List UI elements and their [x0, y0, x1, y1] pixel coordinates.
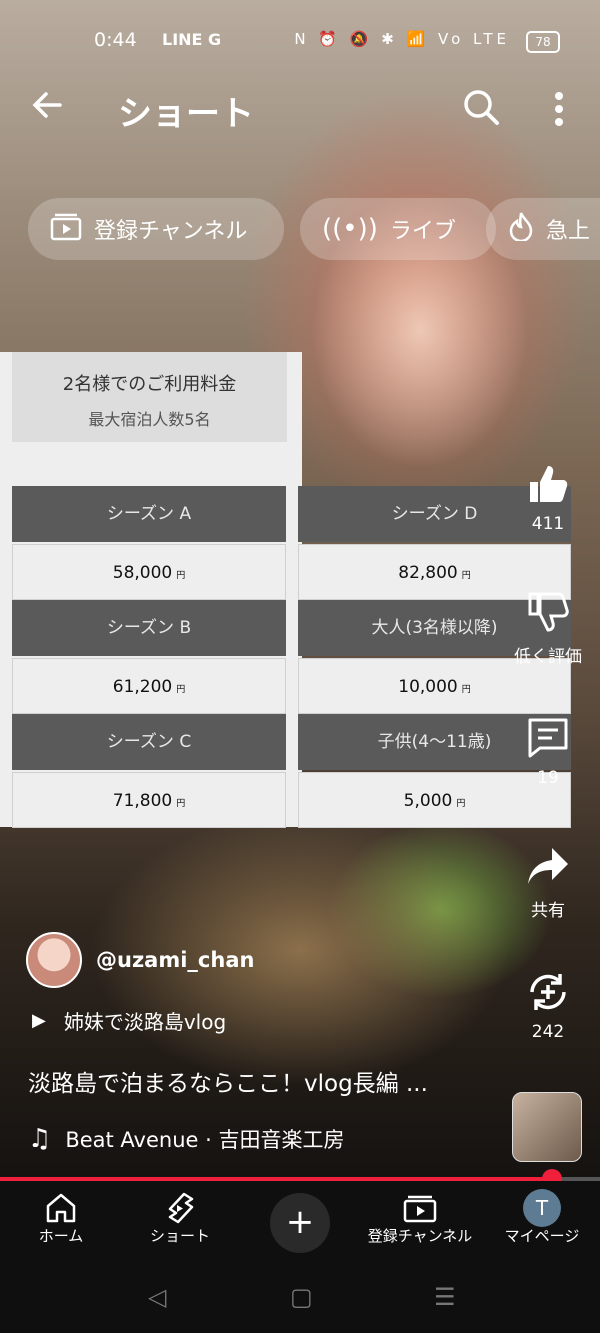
filter-chips: 登録チャンネル ((•)) ライブ 急上: [28, 198, 600, 260]
music-link[interactable]: ♫ Beat Avenue · 吉田音楽工房: [28, 1124, 344, 1154]
nav-my-page[interactable]: T マイページ: [494, 1189, 590, 1246]
season-price: 71,800 円: [12, 772, 286, 828]
share-button[interactable]: 共有: [508, 842, 588, 921]
remix-button[interactable]: 242: [508, 968, 588, 1042]
chip-label: 急上: [546, 219, 591, 244]
home-icon: [30, 1191, 92, 1225]
channel-row[interactable]: @uzami_chan: [26, 932, 254, 988]
season-price: 58,000 円: [12, 544, 286, 600]
price-table-header: 2名様でのご利用料金 最大宿泊人数5名: [12, 352, 287, 442]
live-icon: ((•)): [322, 214, 378, 244]
shorts-icon: [140, 1191, 220, 1225]
search-icon[interactable]: [460, 86, 506, 132]
more-vert-icon[interactable]: [536, 86, 582, 132]
season-label: シーズン C: [12, 714, 286, 770]
subscriptions-icon: [50, 211, 82, 248]
plus-icon: +: [285, 1202, 315, 1242]
season-price: 61,200 円: [12, 658, 286, 714]
nav-label: ホーム: [38, 1227, 84, 1245]
back-arrow-icon[interactable]: [26, 86, 68, 128]
dislike-label: 低く評価: [514, 647, 582, 667]
system-recents-icon[interactable]: ☰: [434, 1283, 456, 1311]
status-bar: 0:44 LINE G N ⏰ 🔕 ✱ 📶 Vo LTE 78: [0, 24, 600, 58]
system-navigation-bar: ◁ ▢ ☰: [0, 1261, 600, 1333]
top-app-bar: ショート: [0, 78, 600, 138]
battery-icon: 78: [526, 31, 560, 53]
system-home-icon[interactable]: ▢: [290, 1283, 313, 1311]
price-table-subtitle: 最大宿泊人数5名: [88, 410, 211, 429]
chip-trending[interactable]: 急上: [486, 198, 600, 260]
system-status-icons: N ⏰ 🔕 ✱ 📶 Vo LTE: [294, 30, 510, 48]
nav-home[interactable]: ホーム: [30, 1191, 92, 1246]
chip-label: ライブ: [389, 219, 456, 244]
thumb-down-icon: [528, 592, 569, 632]
video-title[interactable]: 淡路島で泊まるならここ！vlog長編 ...: [28, 1064, 428, 1098]
nav-label: ショート: [149, 1227, 210, 1245]
notification-icons: LINE G: [162, 30, 222, 49]
playlist-link[interactable]: ▶ 姉妹で淡路島vlog: [32, 1006, 226, 1035]
page-title: ショート: [118, 94, 254, 134]
like-button[interactable]: 411: [508, 460, 588, 534]
nav-label: マイページ: [504, 1227, 580, 1245]
nav-label: 登録チャンネル: [367, 1227, 473, 1245]
create-button[interactable]: +: [270, 1193, 330, 1253]
status-time: 0:44: [94, 29, 137, 51]
share-icon: [528, 848, 568, 884]
like-count: 411: [531, 514, 565, 534]
price-table-title: 2名様でのご利用料金: [62, 374, 237, 395]
dislike-button[interactable]: 低く評価: [508, 588, 588, 667]
system-back-icon[interactable]: ◁: [148, 1283, 166, 1311]
remix-count: 242: [531, 1022, 565, 1042]
play-icon: ▶: [32, 1010, 46, 1031]
profile-avatar: T: [523, 1189, 561, 1227]
comment-count: 19: [537, 768, 559, 788]
comment-icon: [528, 718, 568, 758]
remix-icon: [530, 974, 566, 1010]
music-note-icon: ♫: [28, 1124, 52, 1154]
thumb-up-icon: [530, 466, 568, 502]
season-label: シーズン B: [12, 600, 286, 656]
comments-button[interactable]: 19: [508, 714, 588, 788]
season-label: シーズン A: [12, 486, 286, 542]
chip-label: 登録チャンネル: [94, 219, 248, 244]
nav-subscriptions[interactable]: 登録チャンネル: [358, 1191, 482, 1246]
bottom-navigation: ホーム ショート + 登録チャンネル T マイページ: [0, 1181, 600, 1261]
playlist-title: 姉妹で淡路島vlog: [63, 1010, 227, 1034]
trending-icon: [508, 211, 534, 248]
share-label: 共有: [531, 901, 565, 921]
chip-subscriptions[interactable]: 登録チャンネル: [28, 198, 284, 260]
nav-shorts[interactable]: ショート: [140, 1191, 220, 1246]
chip-live[interactable]: ((•)) ライブ: [300, 198, 496, 260]
channel-avatar[interactable]: [26, 932, 82, 988]
sound-thumbnail[interactable]: [512, 1092, 582, 1162]
subscriptions-icon: [358, 1191, 482, 1225]
channel-handle[interactable]: @uzami_chan: [96, 948, 254, 972]
price-table-left: 2名様でのご利用料金 最大宿泊人数5名 シーズン A 58,000 円 シーズン …: [0, 352, 302, 828]
music-title: Beat Avenue · 吉田音楽工房: [65, 1128, 345, 1152]
